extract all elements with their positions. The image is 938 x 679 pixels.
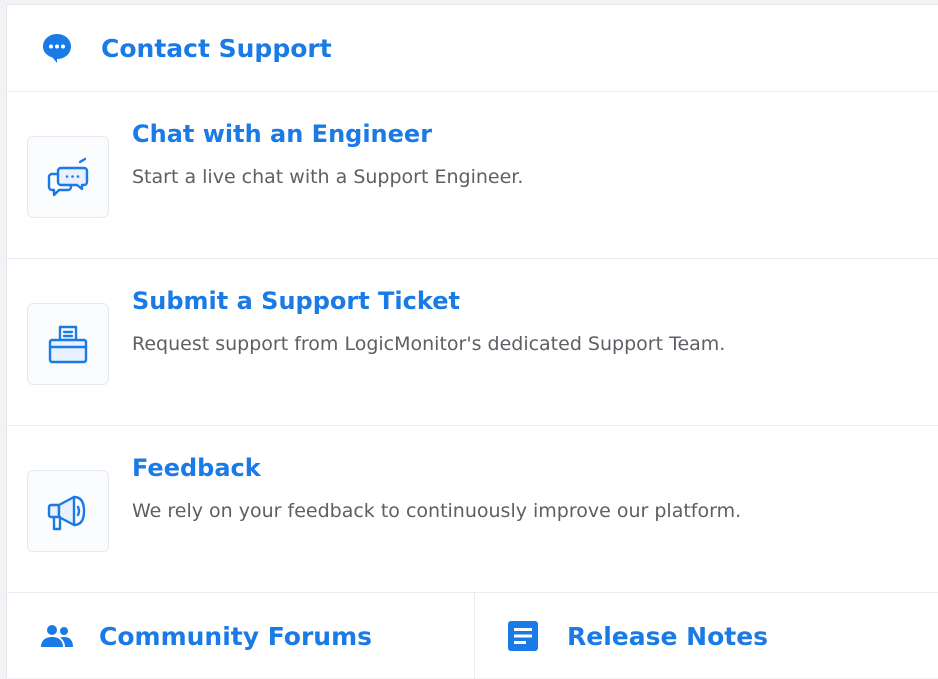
document-icon	[505, 618, 541, 654]
support-ticket-item[interactable]: Submit a Support Ticket Request support …	[7, 259, 938, 426]
support-panel: Contact Support Chat with an Engineer St…	[6, 4, 938, 679]
feedback-item[interactable]: Feedback We rely on your feedback to con…	[7, 426, 938, 593]
release-notes-link[interactable]: Release Notes	[475, 593, 938, 679]
support-ticket-title: Submit a Support Ticket	[132, 287, 460, 315]
chat-engineer-title: Chat with an Engineer	[132, 120, 433, 148]
megaphone-icon	[27, 470, 109, 552]
support-ticket-description: Request support from LogicMonitor's dedi…	[132, 333, 726, 355]
footer-links: Community Forums Release Notes	[7, 593, 938, 679]
feedback-title: Feedback	[132, 454, 261, 482]
feedback-description: We rely on your feedback to continuously…	[132, 500, 742, 522]
chat-bubble-icon	[40, 31, 74, 65]
chat-engineer-item[interactable]: Chat with an Engineer Start a live chat …	[7, 92, 938, 259]
people-icon	[39, 618, 75, 654]
chat-engineer-description: Start a live chat with a Support Enginee…	[132, 166, 524, 188]
community-forums-label: Community Forums	[99, 621, 373, 651]
community-forums-link[interactable]: Community Forums	[7, 593, 475, 679]
ticket-icon	[27, 303, 109, 385]
contact-support-header[interactable]: Contact Support	[7, 5, 938, 92]
contact-support-title: Contact Support	[101, 33, 332, 63]
chat-engineer-icon	[27, 136, 109, 218]
release-notes-label: Release Notes	[567, 621, 769, 651]
